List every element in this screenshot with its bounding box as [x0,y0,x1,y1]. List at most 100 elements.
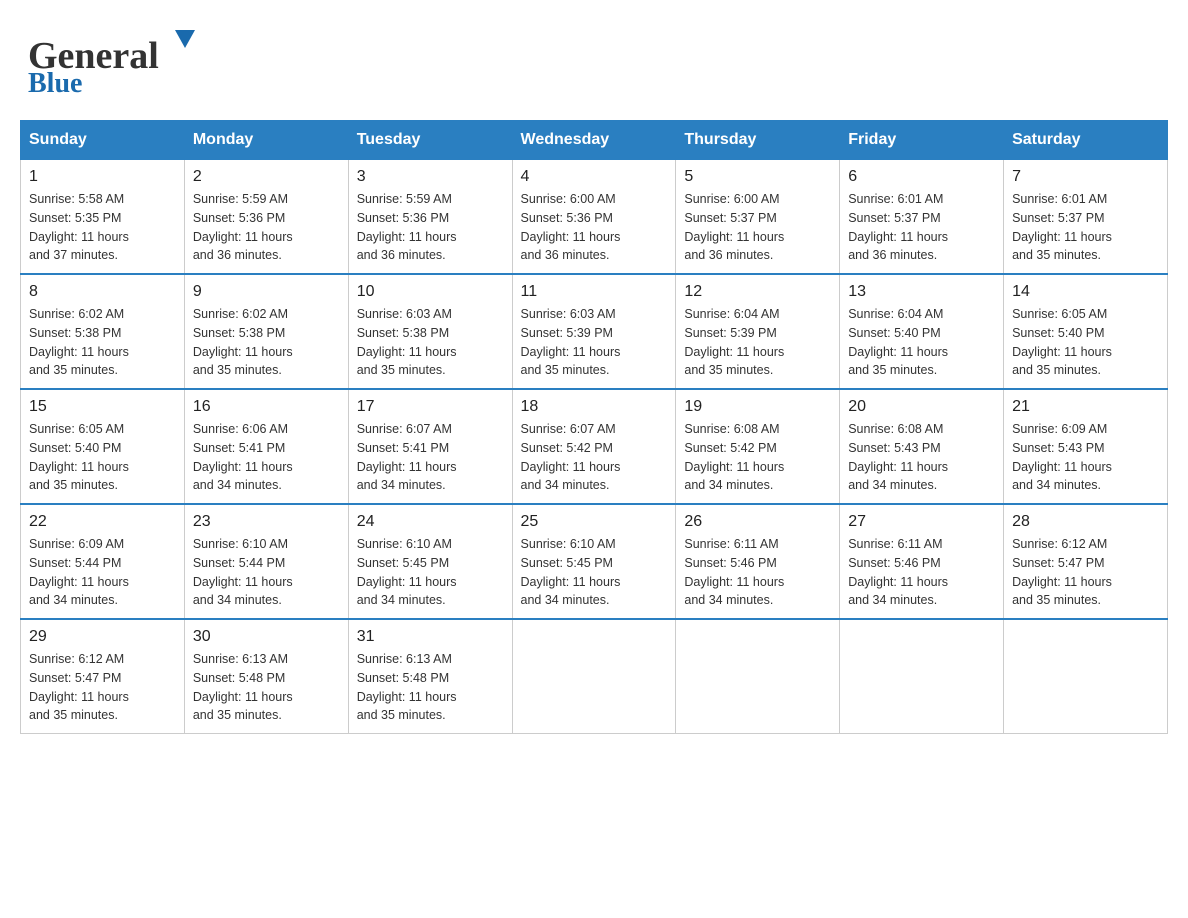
day-info: Sunrise: 6:11 AM Sunset: 5:46 PM Dayligh… [848,535,995,610]
header-wednesday: Wednesday [512,121,676,160]
calendar-cell: 17 Sunrise: 6:07 AM Sunset: 5:41 PM Dayl… [348,389,512,504]
day-info: Sunrise: 6:10 AM Sunset: 5:45 PM Dayligh… [521,535,668,610]
calendar-cell: 18 Sunrise: 6:07 AM Sunset: 5:42 PM Dayl… [512,389,676,504]
calendar-cell: 8 Sunrise: 6:02 AM Sunset: 5:38 PM Dayli… [21,274,185,389]
day-info: Sunrise: 6:13 AM Sunset: 5:48 PM Dayligh… [357,650,504,725]
day-number: 24 [357,513,504,531]
calendar-cell: 13 Sunrise: 6:04 AM Sunset: 5:40 PM Dayl… [840,274,1004,389]
day-info: Sunrise: 6:00 AM Sunset: 5:37 PM Dayligh… [684,190,831,265]
calendar-cell: 2 Sunrise: 5:59 AM Sunset: 5:36 PM Dayli… [184,160,348,275]
day-number: 10 [357,283,504,301]
day-info: Sunrise: 6:00 AM Sunset: 5:36 PM Dayligh… [521,190,668,265]
day-info: Sunrise: 6:04 AM Sunset: 5:39 PM Dayligh… [684,305,831,380]
day-info: Sunrise: 6:09 AM Sunset: 5:43 PM Dayligh… [1012,420,1159,495]
calendar-cell: 7 Sunrise: 6:01 AM Sunset: 5:37 PM Dayli… [1004,160,1168,275]
day-info: Sunrise: 6:12 AM Sunset: 5:47 PM Dayligh… [29,650,176,725]
calendar-cell: 16 Sunrise: 6:06 AM Sunset: 5:41 PM Dayl… [184,389,348,504]
day-number: 17 [357,398,504,416]
day-info: Sunrise: 5:58 AM Sunset: 5:35 PM Dayligh… [29,190,176,265]
day-info: Sunrise: 6:10 AM Sunset: 5:44 PM Dayligh… [193,535,340,610]
day-info: Sunrise: 6:02 AM Sunset: 5:38 PM Dayligh… [29,305,176,380]
day-number: 31 [357,628,504,646]
day-info: Sunrise: 6:01 AM Sunset: 5:37 PM Dayligh… [848,190,995,265]
calendar-cell: 20 Sunrise: 6:08 AM Sunset: 5:43 PM Dayl… [840,389,1004,504]
day-number: 25 [521,513,668,531]
day-info: Sunrise: 5:59 AM Sunset: 5:36 PM Dayligh… [357,190,504,265]
day-info: Sunrise: 6:07 AM Sunset: 5:41 PM Dayligh… [357,420,504,495]
calendar-cell: 28 Sunrise: 6:12 AM Sunset: 5:47 PM Dayl… [1004,504,1168,619]
calendar-header-row: SundayMondayTuesdayWednesdayThursdayFrid… [21,121,1168,160]
day-number: 2 [193,168,340,186]
calendar-cell: 23 Sunrise: 6:10 AM Sunset: 5:44 PM Dayl… [184,504,348,619]
week-row-5: 29 Sunrise: 6:12 AM Sunset: 5:47 PM Dayl… [21,619,1168,734]
week-row-1: 1 Sunrise: 5:58 AM Sunset: 5:35 PM Dayli… [21,160,1168,275]
calendar-cell [840,619,1004,734]
day-info: Sunrise: 6:11 AM Sunset: 5:46 PM Dayligh… [684,535,831,610]
day-number: 26 [684,513,831,531]
header-monday: Monday [184,121,348,160]
day-info: Sunrise: 6:06 AM Sunset: 5:41 PM Dayligh… [193,420,340,495]
day-info: Sunrise: 6:09 AM Sunset: 5:44 PM Dayligh… [29,535,176,610]
day-number: 28 [1012,513,1159,531]
calendar-cell [676,619,840,734]
day-number: 9 [193,283,340,301]
day-number: 5 [684,168,831,186]
calendar-cell: 19 Sunrise: 6:08 AM Sunset: 5:42 PM Dayl… [676,389,840,504]
day-number: 20 [848,398,995,416]
week-row-2: 8 Sunrise: 6:02 AM Sunset: 5:38 PM Dayli… [21,274,1168,389]
calendar-cell: 25 Sunrise: 6:10 AM Sunset: 5:45 PM Dayl… [512,504,676,619]
header-friday: Friday [840,121,1004,160]
calendar-cell: 6 Sunrise: 6:01 AM Sunset: 5:37 PM Dayli… [840,160,1004,275]
calendar-cell: 27 Sunrise: 6:11 AM Sunset: 5:46 PM Dayl… [840,504,1004,619]
calendar-cell: 31 Sunrise: 6:13 AM Sunset: 5:48 PM Dayl… [348,619,512,734]
calendar-cell: 11 Sunrise: 6:03 AM Sunset: 5:39 PM Dayl… [512,274,676,389]
day-number: 7 [1012,168,1159,186]
day-info: Sunrise: 6:03 AM Sunset: 5:39 PM Dayligh… [521,305,668,380]
day-number: 4 [521,168,668,186]
day-info: Sunrise: 6:08 AM Sunset: 5:43 PM Dayligh… [848,420,995,495]
day-info: Sunrise: 6:13 AM Sunset: 5:48 PM Dayligh… [193,650,340,725]
calendar-cell [512,619,676,734]
calendar-cell: 21 Sunrise: 6:09 AM Sunset: 5:43 PM Dayl… [1004,389,1168,504]
day-number: 30 [193,628,340,646]
day-number: 14 [1012,283,1159,301]
day-number: 22 [29,513,176,531]
svg-text:Blue: Blue [28,68,82,99]
calendar-cell: 15 Sunrise: 6:05 AM Sunset: 5:40 PM Dayl… [21,389,185,504]
day-number: 21 [1012,398,1159,416]
day-number: 29 [29,628,176,646]
day-info: Sunrise: 5:59 AM Sunset: 5:36 PM Dayligh… [193,190,340,265]
calendar-cell: 1 Sunrise: 5:58 AM Sunset: 5:35 PM Dayli… [21,160,185,275]
day-number: 27 [848,513,995,531]
day-number: 15 [29,398,176,416]
calendar-cell: 24 Sunrise: 6:10 AM Sunset: 5:45 PM Dayl… [348,504,512,619]
calendar-cell: 9 Sunrise: 6:02 AM Sunset: 5:38 PM Dayli… [184,274,348,389]
calendar-cell: 26 Sunrise: 6:11 AM Sunset: 5:46 PM Dayl… [676,504,840,619]
header-tuesday: Tuesday [348,121,512,160]
day-info: Sunrise: 6:03 AM Sunset: 5:38 PM Dayligh… [357,305,504,380]
logo: General Blue [20,20,200,100]
page-header: General Blue [20,20,1168,100]
day-info: Sunrise: 6:01 AM Sunset: 5:37 PM Dayligh… [1012,190,1159,265]
day-info: Sunrise: 6:07 AM Sunset: 5:42 PM Dayligh… [521,420,668,495]
day-number: 8 [29,283,176,301]
day-number: 16 [193,398,340,416]
day-number: 18 [521,398,668,416]
day-number: 23 [193,513,340,531]
day-number: 11 [521,283,668,301]
day-number: 12 [684,283,831,301]
day-number: 1 [29,168,176,186]
day-info: Sunrise: 6:02 AM Sunset: 5:38 PM Dayligh… [193,305,340,380]
calendar-cell: 22 Sunrise: 6:09 AM Sunset: 5:44 PM Dayl… [21,504,185,619]
calendar-cell: 14 Sunrise: 6:05 AM Sunset: 5:40 PM Dayl… [1004,274,1168,389]
calendar-cell: 5 Sunrise: 6:00 AM Sunset: 5:37 PM Dayli… [676,160,840,275]
week-row-3: 15 Sunrise: 6:05 AM Sunset: 5:40 PM Dayl… [21,389,1168,504]
calendar-table: SundayMondayTuesdayWednesdayThursdayFrid… [20,120,1168,734]
day-info: Sunrise: 6:10 AM Sunset: 5:45 PM Dayligh… [357,535,504,610]
day-number: 6 [848,168,995,186]
calendar-cell: 30 Sunrise: 6:13 AM Sunset: 5:48 PM Dayl… [184,619,348,734]
day-info: Sunrise: 6:04 AM Sunset: 5:40 PM Dayligh… [848,305,995,380]
calendar-cell: 3 Sunrise: 5:59 AM Sunset: 5:36 PM Dayli… [348,160,512,275]
calendar-cell: 10 Sunrise: 6:03 AM Sunset: 5:38 PM Dayl… [348,274,512,389]
header-sunday: Sunday [21,121,185,160]
